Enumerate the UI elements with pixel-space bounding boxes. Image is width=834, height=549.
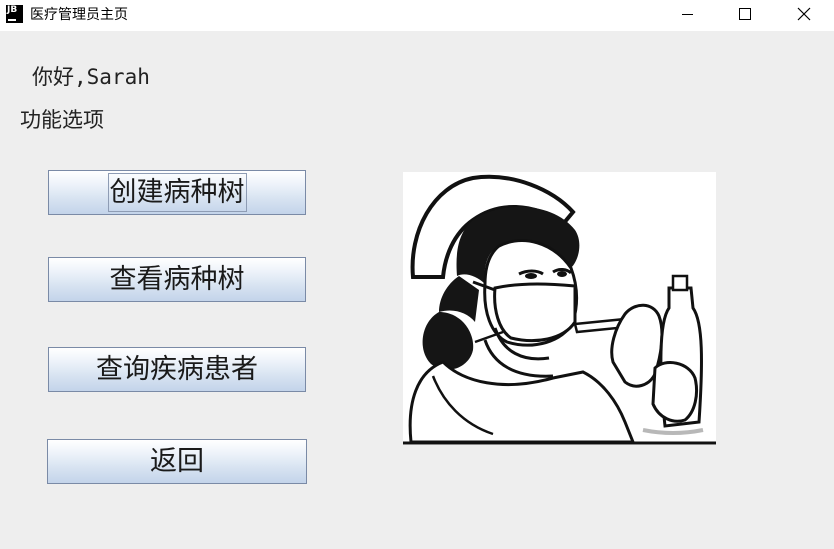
minimize-button[interactable] <box>664 0 710 31</box>
back-button[interactable]: 返回 <box>47 439 307 484</box>
view-disease-tree-button[interactable]: 查看病种树 <box>48 257 306 302</box>
nurse-illustration <box>403 172 716 445</box>
app-window: JB 医疗管理员主页 你好,Sarah 功能选项 创建病种树 查看病种树 查询疾… <box>0 0 834 549</box>
maximize-button[interactable] <box>721 0 767 31</box>
title-bar: JB 医疗管理员主页 <box>0 0 834 31</box>
app-icon-bar <box>8 19 16 21</box>
window-title: 医疗管理员主页 <box>30 7 128 23</box>
maximize-icon <box>739 8 751 20</box>
create-disease-tree-label: 创建病种树 <box>107 173 247 212</box>
close-icon <box>797 7 811 21</box>
minimize-icon <box>682 14 693 15</box>
query-disease-patients-button[interactable]: 查询疾病患者 <box>48 347 306 392</box>
greeting-label: 你好,Sarah <box>32 65 150 89</box>
nurse-with-syringe-icon <box>403 174 716 445</box>
app-icon-text: JB <box>7 5 18 15</box>
function-options-label: 功能选项 <box>20 108 104 132</box>
app-icon: JB <box>6 5 23 23</box>
create-disease-tree-button[interactable]: 创建病种树 <box>48 170 306 215</box>
close-button[interactable] <box>780 0 826 31</box>
